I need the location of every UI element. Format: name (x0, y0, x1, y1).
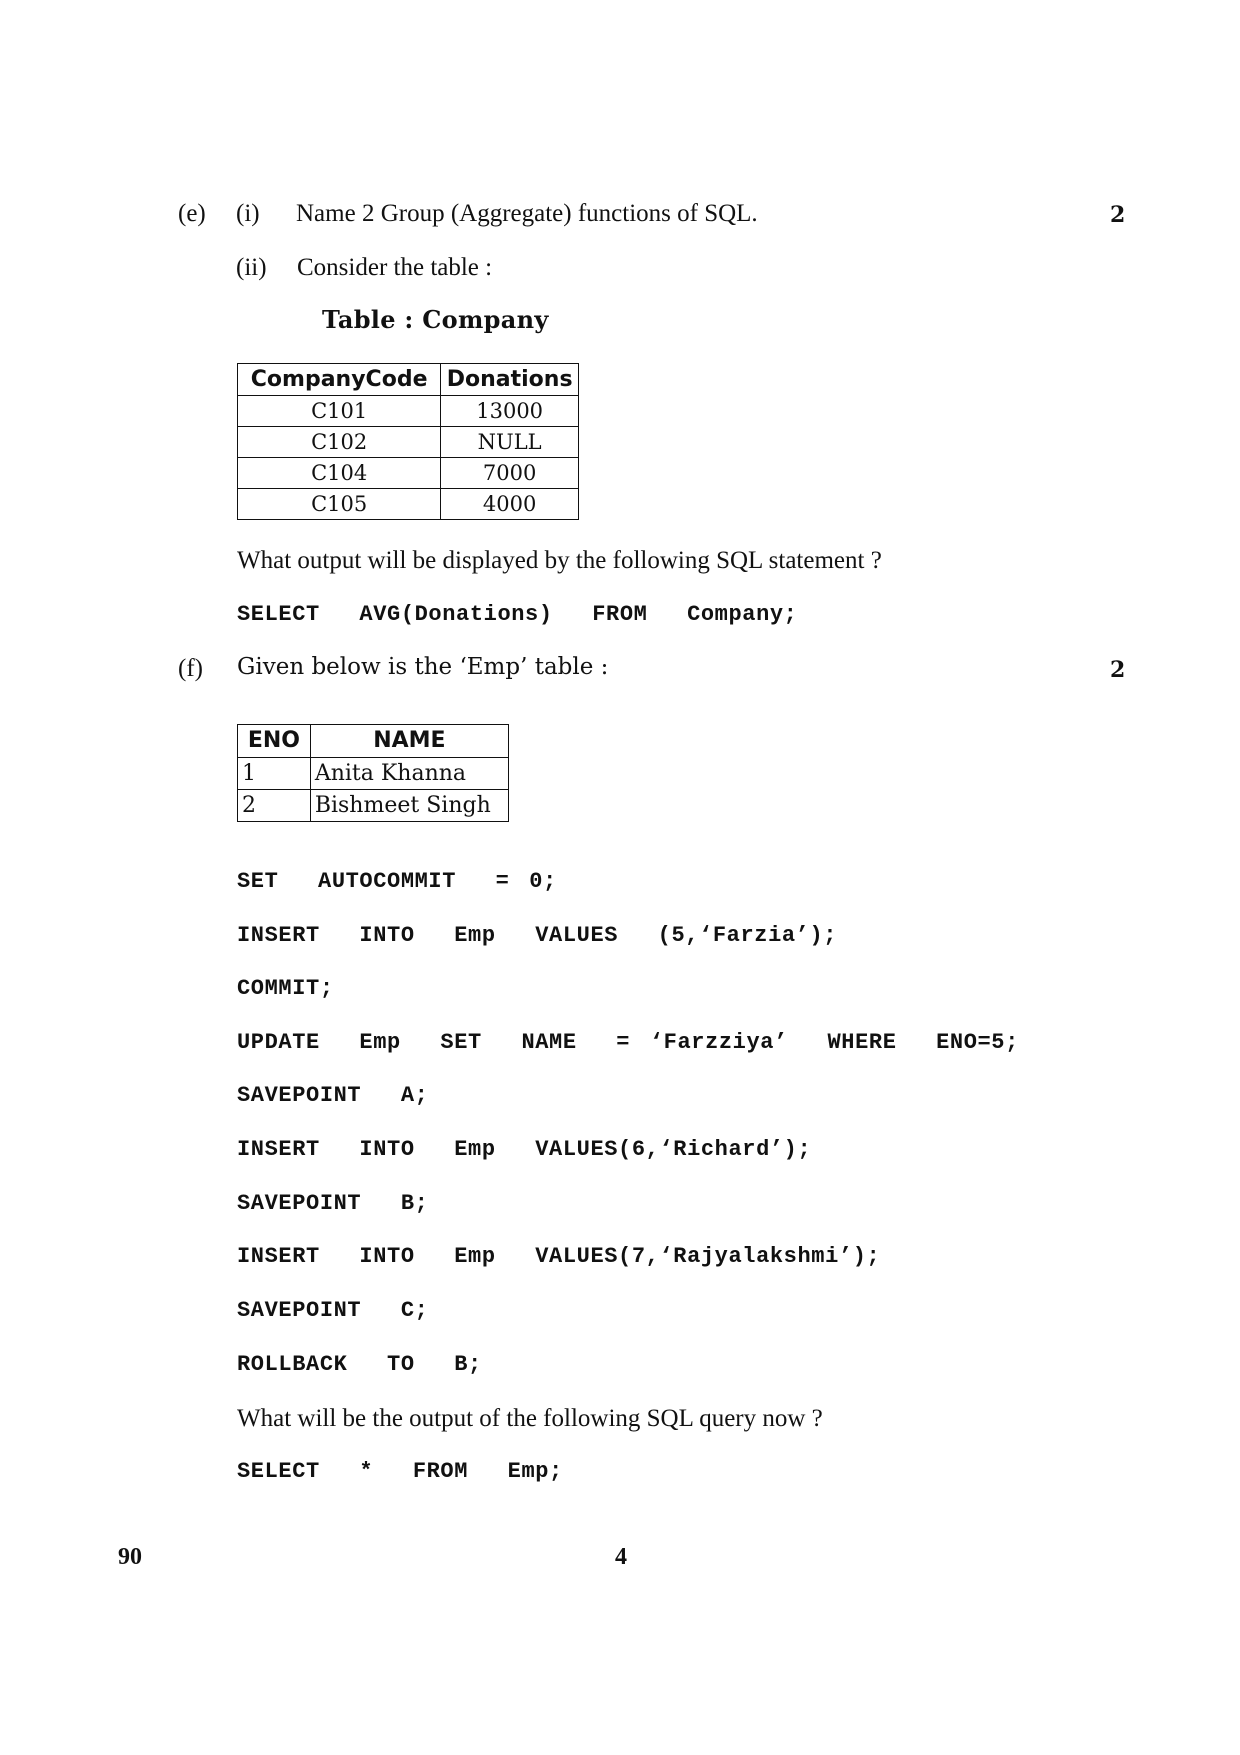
table-cell: C101 (236, 395, 442, 427)
part-i-label: (i) (236, 200, 260, 227)
code-line: SAVEPOINT C; (237, 1298, 429, 1323)
table-cell: Bishmeet Singh (309, 789, 510, 822)
code-line: ROLLBACK TO B; (237, 1352, 482, 1377)
table-row: C101 13000 (236, 395, 579, 427)
code-line: SAVEPOINT B; (237, 1191, 429, 1216)
code-line: INSERT INTO Emp VALUES(6,‘Richard’); (237, 1137, 812, 1162)
question-e-label: (e) (178, 200, 206, 227)
column-header: Donations (440, 363, 579, 396)
paper-code: 90 (118, 1544, 142, 1570)
table-row: 2 Bishmeet Singh (237, 789, 510, 822)
part-i-question: Name 2 Group (Aggregate) functions of SQ… (296, 200, 758, 227)
table-cell: 2 (237, 789, 311, 822)
table-row: C105 4000 (236, 488, 579, 520)
sql-avg-statement: SELECT AVG(Donations) FROM Company; (237, 602, 798, 627)
question-f-text: Given below is the ‘Emp’ table : (237, 654, 609, 680)
table-cell: C104 (236, 457, 442, 489)
table-header-row: CompanyCode Donations (236, 363, 579, 396)
code-line: UPDATE Emp SET NAME = ‘Farzziya’ WHERE E… (237, 1030, 1019, 1055)
code-line: INSERT INTO Emp VALUES (5,‘Farzia’); (237, 923, 838, 948)
table-cell: 7000 (440, 457, 579, 489)
table-cell: 1 (237, 757, 311, 790)
page-number: 4 (615, 1544, 627, 1570)
table-header-row: ENO NAME (237, 724, 510, 758)
table-row: C104 7000 (236, 457, 579, 489)
avg-prompt: What output will be displayed by the fol… (237, 547, 882, 574)
emp-table: ENO NAME 1 Anita Khanna 2 Bishmeet Singh (237, 724, 510, 822)
column-header: ENO (237, 724, 311, 758)
code-line: COMMIT; (237, 976, 334, 1001)
table-row: 1 Anita Khanna (237, 757, 510, 790)
part-ii-label: (ii) (236, 254, 267, 281)
company-table: CompanyCode Donations C101 13000 C102 NU… (236, 363, 579, 520)
column-header: CompanyCode (236, 363, 442, 396)
marks-f: 2 (1110, 657, 1126, 683)
company-table-title: Table : Company (322, 305, 549, 334)
column-header: NAME (309, 724, 510, 758)
part-ii-question: Consider the table : (297, 254, 493, 281)
table-cell: 13000 (440, 395, 579, 427)
select-prompt: What will be the output of the following… (237, 1405, 823, 1432)
code-line: SAVEPOINT A; (237, 1083, 429, 1108)
sql-select-statement: SELECT * FROM Emp; (237, 1459, 563, 1484)
table-cell: C105 (236, 488, 442, 520)
table-cell: NULL (440, 426, 579, 458)
code-line: INSERT INTO Emp VALUES(7,‘Rajyalakshmi’)… (237, 1244, 881, 1269)
code-line: SET AUTOCOMMIT = 0; (237, 869, 557, 894)
table-row: C102 NULL (236, 426, 579, 458)
marks-e: 2 (1110, 202, 1126, 228)
table-cell: C102 (236, 426, 442, 458)
table-cell: Anita Khanna (309, 757, 510, 790)
question-f-label: (f) (178, 655, 203, 682)
table-cell: 4000 (440, 488, 579, 520)
